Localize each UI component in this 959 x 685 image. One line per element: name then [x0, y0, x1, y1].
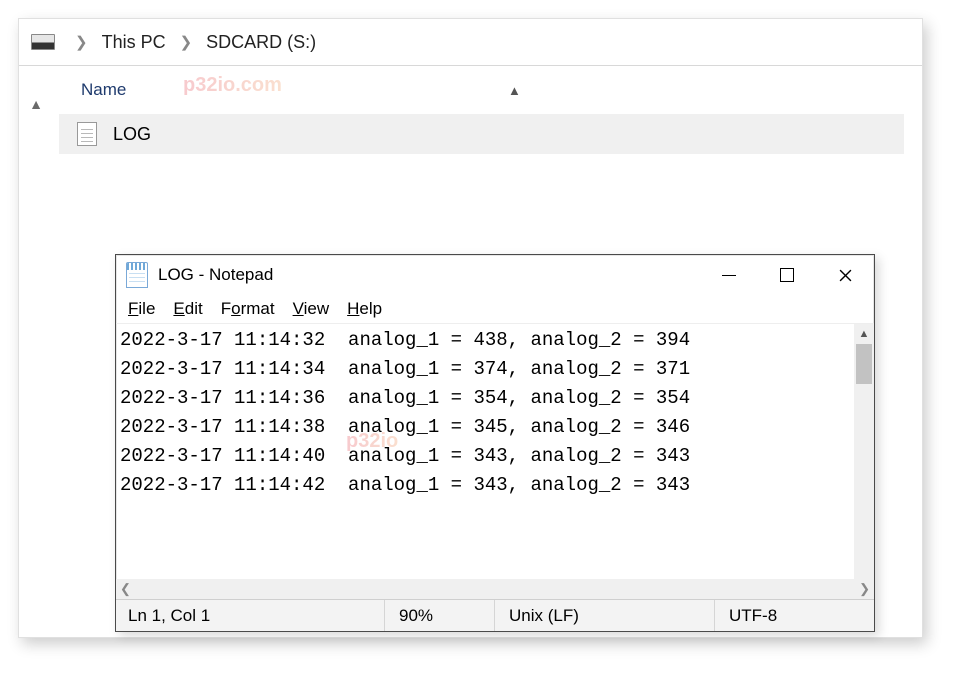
menu-help[interactable]: Help	[347, 299, 382, 319]
menu-edit[interactable]: Edit	[173, 299, 202, 319]
nav-collapse-arrow[interactable]: ▲	[19, 66, 53, 637]
text-file-icon	[77, 122, 97, 146]
breadcrumb[interactable]: ❯ This PC ❯ SDCARD (S:)	[19, 19, 922, 65]
file-list-panel: p32io.com Name ▲ LOG LOG - Notepad	[53, 66, 922, 637]
status-eol: Unix (LF)	[494, 600, 714, 631]
statusbar: Ln 1, Col 1 90% Unix (LF) UTF-8	[116, 599, 874, 631]
notepad-icon	[126, 262, 148, 288]
chevron-right-icon[interactable]: ❯	[170, 33, 203, 51]
sort-indicator-icon[interactable]: ▲	[508, 83, 521, 98]
notepad-window[interactable]: LOG - Notepad File Edit Format View Help	[115, 254, 875, 632]
vertical-scrollbar[interactable]: ▲	[854, 324, 874, 579]
editor-textarea[interactable]: 2022-3-17 11:14:32 analog_1 = 438, analo…	[116, 324, 854, 579]
menu-format[interactable]: Format	[221, 299, 275, 319]
menu-file[interactable]: File	[128, 299, 155, 319]
breadcrumb-item-sdcard[interactable]: SDCARD (S:)	[202, 30, 320, 55]
column-header-name[interactable]: Name	[53, 80, 126, 100]
scroll-thumb[interactable]	[856, 344, 872, 384]
file-row[interactable]: LOG	[59, 114, 904, 154]
explorer-window: ❯ This PC ❯ SDCARD (S:) ▲ p32io.com Name…	[18, 18, 923, 638]
breadcrumb-item-this-pc[interactable]: This PC	[98, 30, 170, 55]
status-cursor: Ln 1, Col 1	[116, 600, 384, 631]
menu-view[interactable]: View	[293, 299, 330, 319]
horizontal-scrollbar[interactable]: ❮ ❯	[116, 579, 874, 599]
scroll-up-icon[interactable]: ▲	[854, 324, 874, 344]
window-title: LOG - Notepad	[158, 265, 273, 285]
scroll-left-icon[interactable]: ❮	[120, 581, 131, 597]
minimize-button[interactable]	[700, 255, 758, 295]
drive-icon	[31, 34, 55, 50]
file-name: LOG	[113, 124, 151, 145]
close-button[interactable]	[816, 255, 874, 295]
explorer-body: ▲ p32io.com Name ▲ LOG LOG - Notepad	[19, 66, 922, 637]
status-zoom[interactable]: 90%	[384, 600, 494, 631]
titlebar[interactable]: LOG - Notepad	[116, 255, 874, 295]
editor-client: 2022-3-17 11:14:32 analog_1 = 438, analo…	[116, 323, 874, 579]
scroll-right-icon[interactable]: ❯	[859, 581, 870, 597]
maximize-button[interactable]	[758, 255, 816, 295]
menubar: File Edit Format View Help	[116, 295, 874, 323]
column-headers: Name ▲	[53, 66, 916, 114]
chevron-right-icon[interactable]: ❯	[65, 33, 98, 51]
status-encoding: UTF-8	[714, 600, 874, 631]
